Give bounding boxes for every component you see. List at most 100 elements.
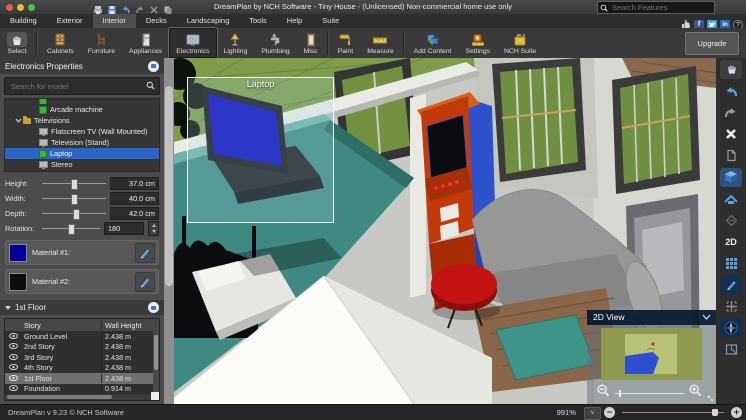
- minimap-zoom-slider[interactable]: [615, 393, 684, 394]
- undo-icon[interactable]: [121, 2, 131, 12]
- visibility-eye-icon[interactable]: [9, 342, 18, 348]
- tool-measure[interactable]: Measure: [360, 28, 400, 58]
- tree-item-television-stand[interactable]: Television (Stand): [5, 137, 159, 148]
- tree-item-televisions[interactable]: Televisions: [5, 115, 159, 126]
- roof-view-icon[interactable]: [720, 189, 742, 208]
- visibility-eye-icon[interactable]: [9, 363, 18, 369]
- height-value[interactable]: 37.0 cm: [110, 177, 159, 190]
- model-search-box[interactable]: [4, 77, 160, 95]
- story-row-2nd-story[interactable]: 2nd Story 2.438 m: [5, 342, 159, 353]
- visibility-eye-icon[interactable]: [9, 374, 18, 380]
- search-features-box[interactable]: [597, 1, 715, 14]
- grid-icon[interactable]: [720, 254, 742, 273]
- visibility-eye-icon[interactable]: [9, 353, 18, 359]
- visibility-filter-icon[interactable]: [720, 211, 742, 230]
- tree-item-arcade-machine[interactable]: Arcade machine: [5, 104, 159, 115]
- 2d-view-overlay[interactable]: 2D View: [587, 310, 716, 404]
- tab-help[interactable]: Help: [277, 14, 312, 28]
- delete-icon[interactable]: [720, 125, 742, 144]
- rotation-slider[interactable]: [42, 224, 100, 233]
- detach-panel-button[interactable]: [148, 61, 159, 72]
- zoom-in-icon[interactable]: [689, 384, 702, 402]
- minimize-window-button[interactable]: [17, 4, 24, 11]
- story-row-3rd-story[interactable]: 3rd Story 2.438 m: [5, 352, 159, 363]
- resize-grip[interactable]: [707, 395, 714, 402]
- color-picker-icon[interactable]: [720, 275, 742, 294]
- table-horizontal-scrollbar[interactable]: [5, 394, 159, 400]
- material-1-swatch[interactable]: [9, 244, 27, 262]
- tool-nch-suite[interactable]: NCH Suite: [497, 28, 543, 58]
- 2d-minimap[interactable]: [601, 328, 702, 380]
- material-2-row[interactable]: Material #2:: [5, 269, 159, 294]
- story-row-foundation[interactable]: Foundation 0.914 m: [5, 384, 159, 395]
- width-slider[interactable]: [42, 194, 106, 203]
- tree-item-laptop[interactable]: Laptop: [5, 148, 159, 159]
- tool-settings[interactable]: Settings: [458, 28, 497, 58]
- selection-box[interactable]: [187, 77, 334, 223]
- tool-furniture[interactable]: Furniture: [81, 28, 122, 58]
- print-icon[interactable]: [93, 2, 103, 12]
- floorplan-icon[interactable]: [720, 340, 742, 359]
- zoom-in-button[interactable]: +: [731, 407, 742, 418]
- tab-exterior[interactable]: Exterior: [47, 14, 93, 28]
- rotation-value[interactable]: 180: [104, 222, 144, 235]
- material-1-edit-button[interactable]: [135, 243, 155, 263]
- floor-section-header[interactable]: 1st Floor: [0, 300, 164, 315]
- chevron-down-icon[interactable]: [702, 310, 716, 325]
- close-window-button[interactable]: [6, 4, 13, 11]
- 3d-viewport[interactable]: Laptop 2D View: [174, 58, 716, 404]
- zoom-out-button[interactable]: −: [604, 407, 615, 418]
- visibility-eye-icon[interactable]: [9, 332, 18, 338]
- story-row-ground-level[interactable]: Ground Level 2.438 m: [5, 331, 159, 342]
- upgrade-button[interactable]: Upgrade: [685, 32, 739, 55]
- tab-landscaping[interactable]: Landscaping: [177, 14, 240, 28]
- redo-icon[interactable]: [720, 103, 742, 122]
- tool-add-content[interactable]: Add Content: [407, 28, 459, 58]
- search-features-input[interactable]: [610, 2, 714, 13]
- 2d-view-header[interactable]: 2D View: [587, 310, 716, 325]
- tool-select[interactable]: Select: [0, 28, 34, 58]
- material-2-edit-button[interactable]: [135, 272, 155, 292]
- depth-slider[interactable]: [42, 209, 106, 218]
- tab-suite[interactable]: Suite: [312, 14, 349, 28]
- rotation-spinner[interactable]: [148, 221, 159, 236]
- zoom-out-icon[interactable]: [597, 384, 610, 402]
- snap-grid-icon[interactable]: [720, 297, 742, 316]
- 3d-view-icon[interactable]: [720, 168, 742, 187]
- tree-item-flatscreen-tv[interactable]: Flatscreen TV (Wall Mounted): [5, 126, 159, 137]
- material-2-swatch[interactable]: [9, 273, 27, 291]
- tool-paint[interactable]: Paint: [331, 28, 361, 58]
- story-row-1st-floor[interactable]: 1st Floor 2.438 m: [5, 373, 159, 384]
- save-icon[interactable]: [107, 2, 117, 12]
- tool-plumbing[interactable]: Plumbing: [254, 28, 296, 58]
- zoom-dropdown-button[interactable]: ˅: [584, 407, 601, 420]
- material-1-row[interactable]: Material #1:: [5, 240, 159, 265]
- pan-tool-icon[interactable]: [720, 60, 742, 79]
- model-search-input[interactable]: [9, 81, 146, 92]
- visibility-eye-icon[interactable]: [9, 384, 18, 390]
- depth-value[interactable]: 42.0 cm: [110, 207, 159, 220]
- tool-electronics[interactable]: Electronics: [169, 28, 216, 58]
- tool-appliances[interactable]: Appliances: [122, 28, 169, 58]
- undo-icon[interactable]: [720, 82, 742, 101]
- 2d-view-icon[interactable]: 2D: [720, 232, 742, 251]
- copy-page-icon[interactable]: [720, 146, 742, 165]
- tab-interior[interactable]: Interior: [93, 14, 136, 28]
- tree-item-stereo[interactable]: Stereo: [5, 159, 159, 170]
- height-slider[interactable]: [42, 179, 106, 188]
- collapse-arrow-icon[interactable]: [5, 306, 11, 310]
- story-row-4th-story[interactable]: 4th Story 2.438 m: [5, 363, 159, 374]
- compass-icon[interactable]: [720, 318, 742, 337]
- tab-building[interactable]: Building: [0, 14, 47, 28]
- tab-decks[interactable]: Decks: [136, 14, 177, 28]
- zoom-slider-thumb[interactable]: [712, 409, 718, 416]
- tool-lighting[interactable]: Lighting: [217, 28, 255, 58]
- zoom-slider-track[interactable]: [622, 412, 724, 413]
- tab-tools[interactable]: Tools: [239, 14, 277, 28]
- tool-misc[interactable]: Misc: [297, 28, 325, 58]
- width-value[interactable]: 40.0 cm: [110, 192, 159, 205]
- tool-cabinets[interactable]: Cabinets: [40, 28, 81, 58]
- chevron-down-icon[interactable]: [13, 116, 23, 125]
- zoom-window-button[interactable]: [28, 4, 35, 11]
- panel-scrollbar[interactable]: [164, 58, 174, 404]
